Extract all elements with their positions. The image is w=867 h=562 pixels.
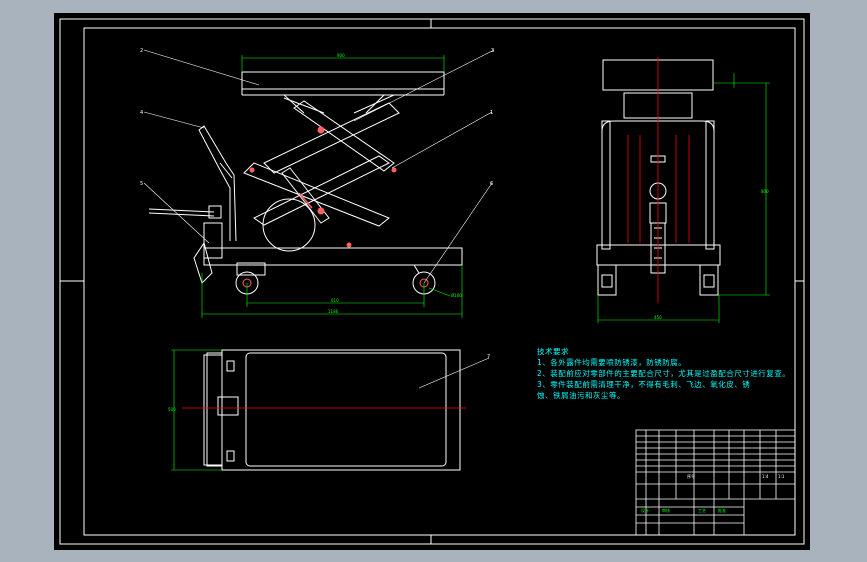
leader-label-4: 4 [140, 110, 143, 116]
title-block-cell-1: 设计 [641, 507, 649, 513]
title-block-scale: 1:4 [762, 474, 769, 479]
tech-title: 技术要求 [537, 347, 569, 356]
dim-plan-width: 500 [168, 407, 176, 412]
dim-overall-length: 1186 [328, 309, 339, 314]
title-block-cell-3: 工艺 [698, 508, 706, 513]
assembly-drawing: 2 3 4 1 5 6 900 610 1186 Ø100 800 450 7 … [59, 18, 805, 545]
dim-side-height: 800 [761, 189, 769, 194]
leader-label-1: 1 [490, 110, 493, 116]
dim-platform-width: 900 [337, 53, 345, 58]
inner-frame [83, 27, 796, 536]
dim-side-width: 450 [654, 315, 662, 320]
leader-label-3: 3 [491, 48, 494, 54]
leader-label-5: 5 [140, 181, 143, 187]
leader-label-2: 2 [140, 48, 143, 54]
side-view [596, 57, 770, 323]
title-block-design-cell: 序号 [687, 473, 695, 479]
leader-label-6: 6 [490, 181, 493, 187]
title-block [635, 429, 796, 536]
tech-line-4: 蚀、铁屑油污和灰尘等。 [537, 391, 625, 400]
plan-view [171, 349, 490, 471]
title-block-sheet: 1:1 [778, 474, 785, 479]
tech-line-1: 1、各外露件均需要喷防锈漆，防锈防腐。 [537, 358, 687, 367]
technical-requirements: 技术要求 1、各外露件均需要喷防锈漆，防锈防腐。 2、装配前应对零部件的主要配合… [537, 346, 790, 401]
tech-line-2: 2、装配前应对零部件的主要配合尺寸，尤其是过盈配合尺寸进行复查。 [537, 369, 791, 378]
leader-label-7: 7 [487, 354, 490, 360]
dim-wheelbase: 610 [331, 298, 339, 303]
title-block-cell-2: 审核 [662, 507, 670, 513]
drawing-canvas: 2 3 4 1 5 6 900 610 1186 Ø100 800 450 7 … [54, 13, 810, 550]
dim-wheel-dia: Ø100 [451, 293, 462, 298]
tech-line-3: 3、零件装配前需清理干净，不得有毛刺、飞边、氧化皮、锈 [537, 380, 751, 389]
front-view [143, 49, 495, 318]
title-block-cell-4: 批准 [718, 507, 726, 513]
